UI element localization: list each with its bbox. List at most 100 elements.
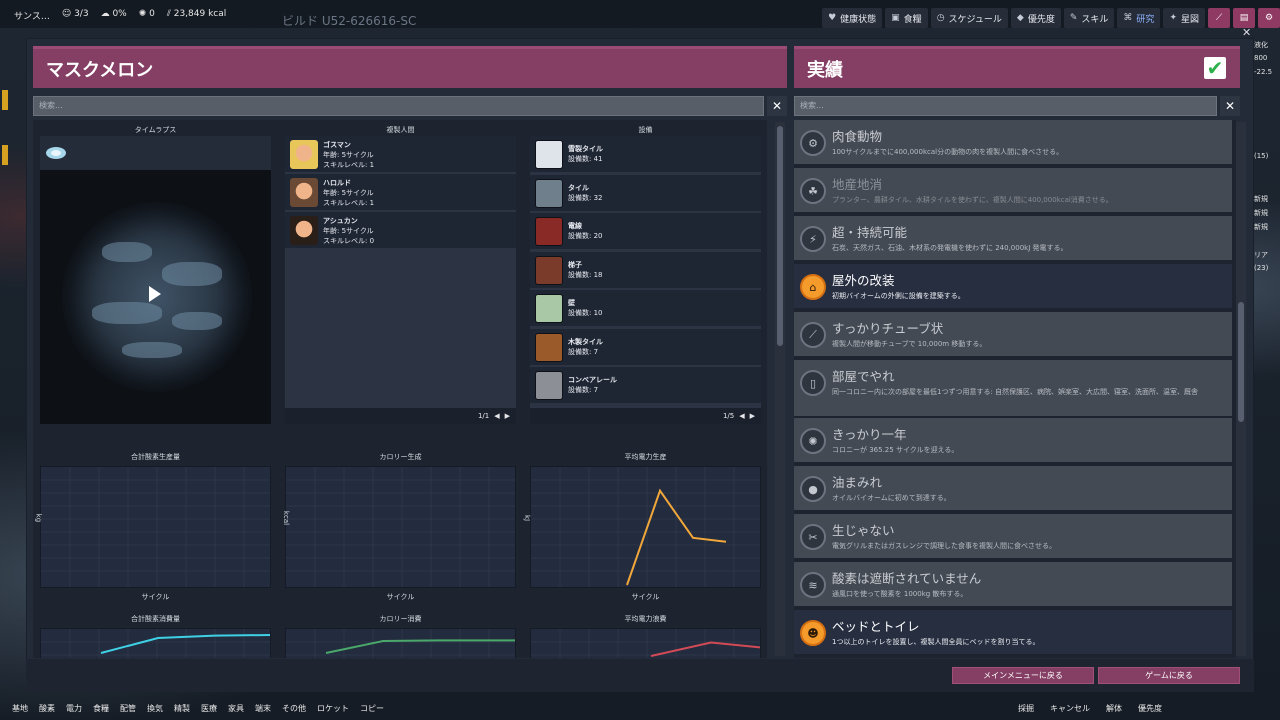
build-category-button[interactable]: 換気 [147, 703, 163, 714]
duplicant-row[interactable]: ハロルド 年齢: 5サイクル スキルレベル: 1 [285, 174, 516, 211]
build-category-button[interactable]: 基地 [12, 703, 28, 714]
build-category-button[interactable]: コピー [360, 703, 384, 714]
nav-schedule-button[interactable]: ◷ スケジュール [930, 8, 1008, 28]
notification-item[interactable] [1254, 96, 1280, 110]
details-scrollbar[interactable] [775, 122, 785, 656]
schedule-icon: ◷ [936, 13, 945, 23]
chart-svg [286, 629, 515, 658]
duplicant-row[interactable]: ゴスマン 年齢: 5サイクル スキルレベル: 1 [285, 136, 516, 173]
achievement-row[interactable]: ⚙ 肉食動物 100サイクルまでに400,000kcal分の動物の肉を複製人間に食べ… [794, 120, 1232, 166]
achievement-row[interactable]: ✺ きっかり一年 コロニーが 365.25 サイクルを迎える。 [794, 418, 1232, 464]
building-row[interactable]: 雪裂タイル 設備数: 41 [530, 136, 761, 173]
notification-item[interactable]: 新規 [1254, 208, 1280, 222]
notification-item[interactable]: リア [1254, 250, 1280, 264]
notification-item[interactable] [1254, 124, 1280, 138]
notification-item[interactable] [1254, 180, 1280, 194]
colony-label[interactable]: サンス… [14, 9, 50, 22]
achievement-row[interactable]: ▯ 部屋でやれ 同一コロニー内に次の部屋を最低1つずつ用意する: 自然保護区、病院、… [794, 360, 1232, 418]
building-row[interactable]: 壁設備数: 10 [530, 290, 761, 327]
notification-item[interactable]: 液化 [1254, 40, 1280, 54]
nav-food-button[interactable]: ▣ 食糧 [885, 8, 928, 28]
settings-button[interactable]: ⚙ [1258, 8, 1280, 28]
germ-readout[interactable]: ✺ 0 [139, 9, 155, 22]
building-row[interactable]: コンベアレール 設備数: 7 [530, 367, 761, 404]
build-category-button[interactable]: 精製 [174, 703, 190, 714]
build-category-button[interactable]: 酸素 [39, 703, 55, 714]
notification-item[interactable]: 新規 [1254, 222, 1280, 236]
notification-item[interactable]: 新規 [1254, 194, 1280, 208]
build-category-button[interactable]: 電力 [66, 703, 82, 714]
notification-item[interactable]: -22.5 [1254, 68, 1280, 82]
clear-achievement-search-button[interactable]: ✕ [1220, 96, 1240, 116]
chart-title: 合計酸素生産量 [131, 453, 180, 461]
nav-skills-button[interactable]: ✎ スキル [1063, 8, 1115, 28]
building-icon [535, 294, 563, 323]
building-icon [535, 371, 563, 400]
next-page-icon[interactable]: ▶ [750, 412, 755, 420]
achievement-row[interactable]: ☻ ベッドとトイレ 1つ以上のトイレを設置し、複製人間全員にベッドを割り当てる。 [794, 610, 1232, 656]
nav-heart-button[interactable]: ♥ 健康状態 [822, 8, 883, 28]
tool-button[interactable]: 優先度 [1138, 703, 1162, 714]
notification-item[interactable] [1254, 236, 1280, 250]
notification-item[interactable] [1254, 138, 1280, 152]
building-icon [535, 332, 563, 362]
build-category-button[interactable]: 端末 [255, 703, 271, 714]
codex-button[interactable]: ▤ [1233, 8, 1255, 28]
building-row[interactable]: 梯子 設備数: 18 [530, 251, 761, 289]
duplicant-info: ゴスマン 年齢: 5サイクル スキルレベル: 1 [323, 140, 374, 170]
play-icon[interactable] [149, 286, 161, 302]
graph-button[interactable]: ⟋ [1208, 8, 1230, 28]
notification-item[interactable]: (15) [1254, 152, 1280, 166]
building-icon [535, 255, 563, 285]
build-category-button[interactable]: 配管 [120, 703, 136, 714]
achievement-row[interactable]: ☘ 地産地消 プランター、農耕タイル、水耕タイルを使わずに、複製人間に400,000… [794, 168, 1232, 214]
locavore-icon: ☘ [800, 178, 826, 204]
notification-item[interactable] [1254, 110, 1280, 124]
notification-item[interactable]: (23) [1254, 264, 1280, 278]
achievement-search-input[interactable]: 検索... [794, 96, 1217, 116]
notification-item[interactable] [1254, 166, 1280, 180]
return-to-game-button[interactable]: ゲームに戻る [1098, 667, 1240, 684]
prev-page-icon[interactable]: ◀ [494, 412, 499, 420]
clear-search-button[interactable]: ✕ [767, 96, 787, 116]
colony-search-input[interactable]: 検索... [33, 96, 764, 116]
achievement-row[interactable]: ≋ 酸素は遮断されていません 通風口を使って酸素を 1000kg 散布する。 [794, 562, 1232, 608]
tool-button[interactable]: 解体 [1106, 703, 1122, 714]
nav-research-button[interactable]: ⌘ 研究 [1117, 8, 1161, 28]
building-row[interactable]: 電線 設備数: 20 [530, 213, 761, 250]
notification-item[interactable] [1254, 82, 1280, 96]
achievement-row[interactable]: ⟋ すっかりチューブ状 複製人間が移動チューブで 10,000m 移動する。 [794, 312, 1232, 358]
building-row[interactable]: タイル 設備数: 32 [530, 174, 761, 212]
tube-icon: ⟋ [800, 322, 826, 348]
scroll-thumb[interactable] [777, 126, 783, 346]
timelapse-viewer[interactable] [40, 136, 271, 424]
achievement-row[interactable]: ⚡ 超・持続可能 石炭、天然ガス、石油、木材系の発電機を使わずに 240,000kJ… [794, 216, 1232, 262]
next-page-icon[interactable]: ▶ [505, 412, 510, 420]
tool-button[interactable]: キャンセル [1050, 703, 1090, 714]
prev-page-icon[interactable]: ◀ [739, 412, 744, 420]
achievement-row[interactable]: ⌂ 屋外の改装 初期バイオームの外側に設備を建築する。 [794, 264, 1232, 310]
calories-readout[interactable]: ⫽ 23,849 kcal [167, 9, 226, 22]
stress-readout[interactable]: ☁ 0% [101, 9, 127, 22]
achievement-row[interactable]: ✂ 生じゃない 電気グリルまたはガスレンジで調理した食事を複製人間に食べさせる。 [794, 514, 1232, 560]
achievements-scrollbar[interactable] [1236, 122, 1246, 656]
build-category-button[interactable]: 家具 [228, 703, 244, 714]
build-category-button[interactable]: 医療 [201, 703, 217, 714]
build-category-button[interactable]: その他 [282, 703, 306, 714]
duplicant-row[interactable]: アシュカン 年齢: 5サイクル スキルレベル: 0 [285, 212, 516, 249]
achievement-description: オイルバイオームに初めて到達する。 [832, 494, 951, 502]
nav-starmap-button[interactable]: ✦ 星図 [1163, 8, 1205, 28]
achievement-row[interactable]: ● 油まみれ オイルバイオームに初めて到達する。 [794, 466, 1232, 512]
achievement-title: きっかり一年 [832, 427, 907, 442]
main-menu-button[interactable]: メインメニューに戻る [952, 667, 1094, 684]
dupe-count[interactable]: ☺ 3/3 [62, 9, 89, 22]
tool-button[interactable]: 採掘 [1018, 703, 1034, 714]
build-category-button[interactable]: ロケット [317, 703, 349, 714]
notification-item[interactable]: 800 [1254, 54, 1280, 68]
series-line [650, 641, 760, 657]
scroll-thumb[interactable] [1238, 302, 1244, 422]
build-category-button[interactable]: 食糧 [93, 703, 109, 714]
achievements-header: 実績 ✔ [794, 46, 1240, 88]
nav-priority-button[interactable]: ◆ 優先度 [1010, 8, 1061, 28]
building-row[interactable]: 木製タイル 設備数: 7 [530, 328, 761, 366]
